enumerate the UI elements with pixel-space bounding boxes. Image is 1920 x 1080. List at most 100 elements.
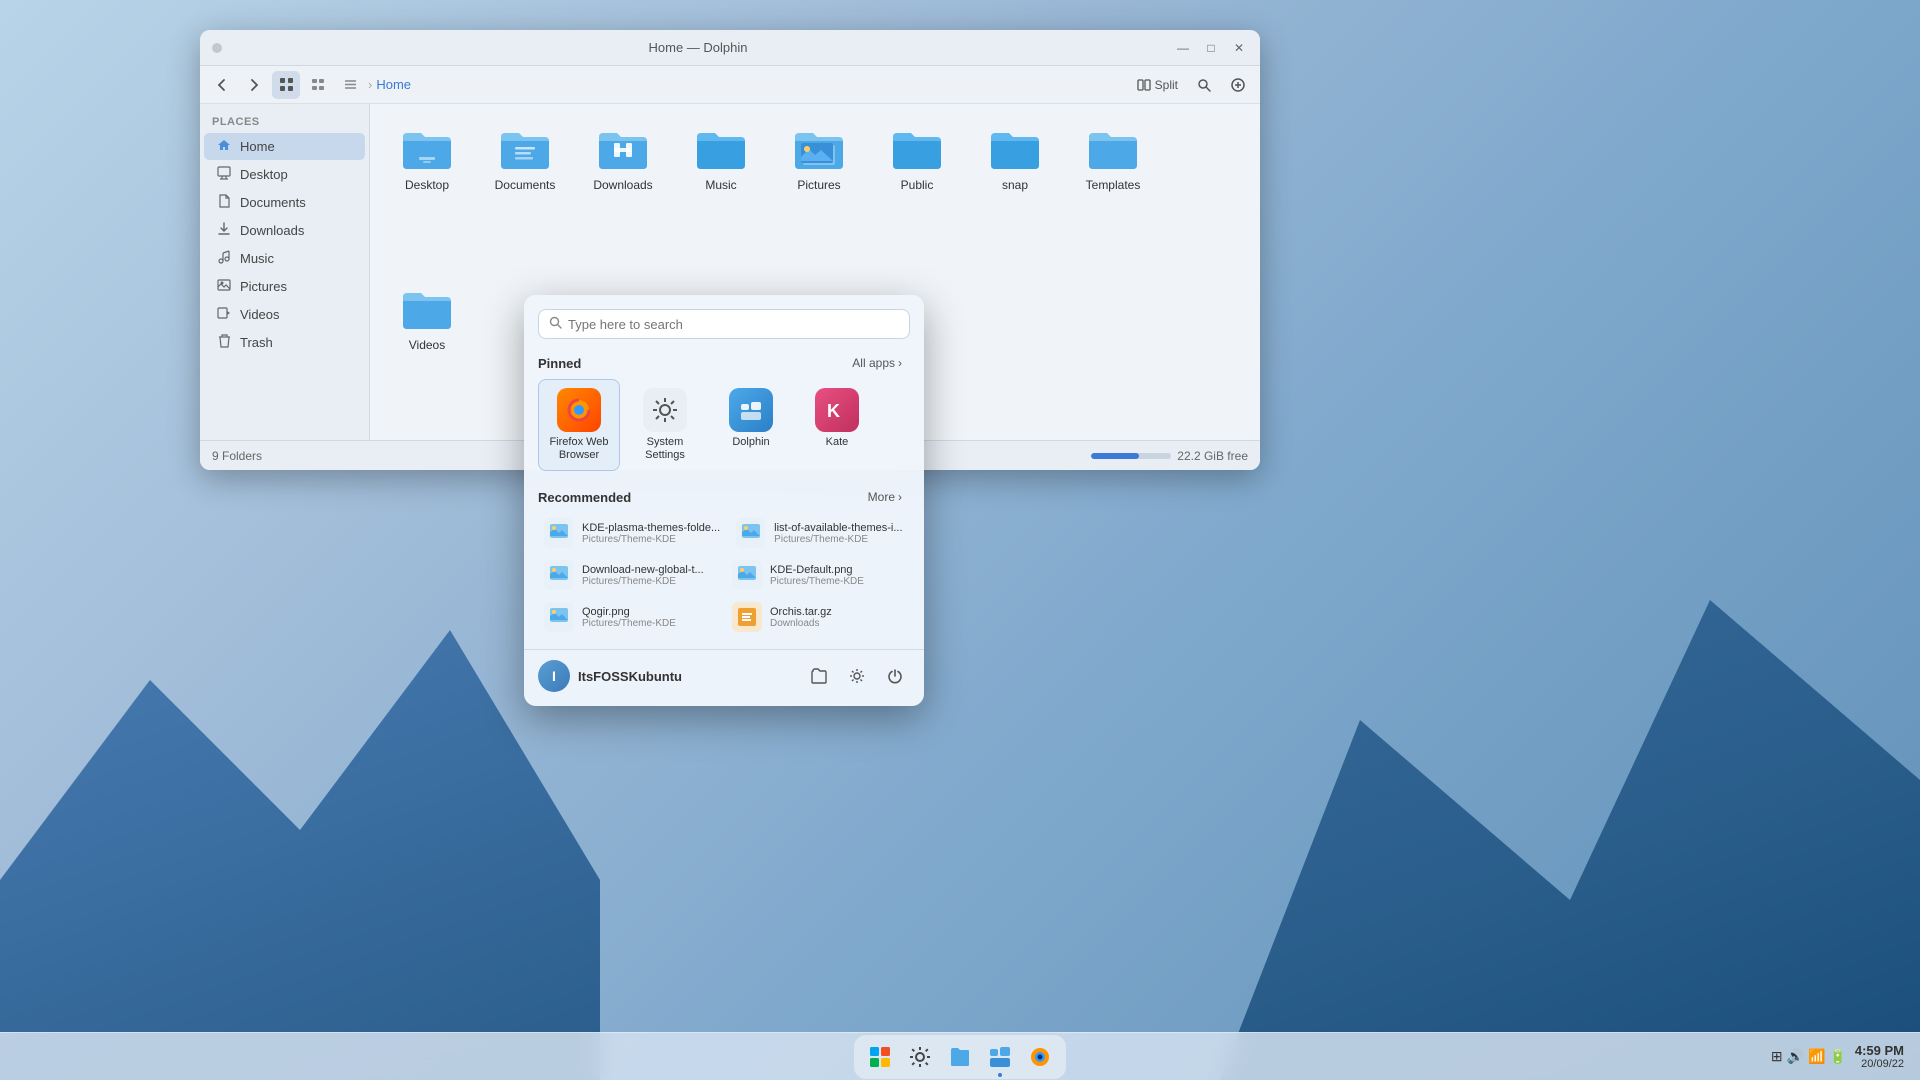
rec-download-new-global[interactable]: Download-new-global-t... Pictures/Theme-… bbox=[538, 555, 722, 595]
pinned-kate-label: Kate bbox=[826, 436, 849, 449]
rec-kde-plasma-name: KDE-plasma-themes-folde... bbox=[582, 522, 720, 534]
sidebar-item-downloads[interactable]: Downloads bbox=[204, 217, 365, 244]
folder-documents-label: Documents bbox=[495, 178, 556, 192]
folder-snap-icon bbox=[985, 124, 1045, 174]
storage-bar: 22.2 GiB free bbox=[1091, 449, 1248, 463]
mountain-left-decoration bbox=[0, 580, 600, 1080]
breadcrumb-sep: › bbox=[368, 77, 372, 92]
footer-files-button[interactable] bbox=[804, 661, 834, 691]
taskbar-right: ⊞ 🔊 📶 🔋 4:59 PM 20/09/22 bbox=[1771, 1043, 1904, 1070]
folder-downloads[interactable]: Downloads bbox=[578, 116, 668, 268]
taskbar-files-icon[interactable] bbox=[942, 1039, 978, 1075]
tray-battery-icon[interactable]: 🔋 bbox=[1829, 1048, 1846, 1065]
all-apps-button[interactable]: All apps › bbox=[844, 353, 910, 373]
pinned-firefox-label: Firefox Web Browser bbox=[543, 436, 615, 462]
storage-progress-bar bbox=[1091, 453, 1171, 459]
folder-snap[interactable]: snap bbox=[970, 116, 1060, 268]
tray-network-icon[interactable]: 📶 bbox=[1808, 1048, 1825, 1065]
pinned-firefox[interactable]: Firefox Web Browser bbox=[538, 379, 620, 471]
folder-pictures[interactable]: Pictures bbox=[774, 116, 864, 268]
split-button[interactable]: Split bbox=[1131, 71, 1184, 99]
folder-public[interactable]: Public bbox=[872, 116, 962, 268]
pinned-kate[interactable]: K Kate bbox=[796, 379, 878, 471]
pinned-title: Pinned bbox=[538, 356, 581, 371]
sidebar-item-trash[interactable]: Trash bbox=[204, 329, 365, 356]
folder-templates-icon bbox=[1083, 124, 1143, 174]
close-button[interactable]: ✕ bbox=[1230, 39, 1248, 57]
all-apps-arrow-icon: › bbox=[898, 356, 902, 370]
window-dot bbox=[212, 43, 222, 53]
footer-power-button[interactable] bbox=[880, 661, 910, 691]
documents-icon bbox=[216, 194, 232, 211]
sidebar-label-home: Home bbox=[240, 139, 275, 154]
rec-kde-default[interactable]: KDE-Default.png Pictures/Theme-KDE bbox=[726, 555, 910, 595]
breadcrumb-home[interactable]: Home bbox=[376, 77, 411, 92]
taskbar-settings-icon[interactable] bbox=[902, 1039, 938, 1075]
pinned-system-settings[interactable]: System Settings bbox=[624, 379, 706, 471]
rec-kde-plasma-themes[interactable]: KDE-plasma-themes-folde... Pictures/Them… bbox=[538, 513, 726, 553]
system-settings-icon bbox=[643, 388, 687, 432]
folder-templates[interactable]: Templates bbox=[1068, 116, 1158, 268]
sidebar-item-videos[interactable]: Videos bbox=[204, 301, 365, 328]
rec-list-themes-name: list-of-available-themes-i... bbox=[774, 522, 904, 534]
mountain-right-decoration bbox=[1220, 480, 1920, 1080]
folder-videos-label: Videos bbox=[409, 338, 445, 352]
dolphin-app-icon bbox=[729, 388, 773, 432]
sidebar-label-downloads: Downloads bbox=[240, 223, 304, 238]
tray-screen-icon[interactable]: ⊞ bbox=[1771, 1048, 1783, 1065]
folder-desktop[interactable]: Desktop bbox=[382, 116, 472, 268]
taskbar-clock[interactable]: 4:59 PM 20/09/22 bbox=[1855, 1043, 1904, 1070]
sidebar-item-documents[interactable]: Documents bbox=[204, 189, 365, 216]
minimize-button[interactable]: — bbox=[1174, 39, 1192, 57]
search-button[interactable] bbox=[1190, 71, 1218, 99]
more-label: More bbox=[868, 490, 895, 504]
sidebar-item-home[interactable]: Home bbox=[204, 133, 365, 160]
maximize-button[interactable]: □ bbox=[1202, 39, 1220, 57]
recommended-header: Recommended More › bbox=[538, 487, 910, 507]
recommended-row-3: Qogir.png Pictures/Theme-KDE bbox=[538, 597, 910, 637]
folder-downloads-label: Downloads bbox=[593, 178, 652, 192]
folder-music[interactable]: Music bbox=[676, 116, 766, 268]
sidebar-item-pictures[interactable]: Pictures bbox=[204, 273, 365, 300]
rec-orchis[interactable]: Orchis.tar.gz Downloads bbox=[726, 597, 910, 637]
taskbar-firefox-icon[interactable] bbox=[1022, 1039, 1058, 1075]
system-tray: ⊞ 🔊 📶 🔋 bbox=[1771, 1048, 1847, 1065]
rec-list-available-themes[interactable]: list-of-available-themes-i... Pictures/T… bbox=[730, 513, 910, 553]
downloads-icon bbox=[216, 222, 232, 239]
sidebar-item-music[interactable]: Music bbox=[204, 245, 365, 272]
clock-time: 4:59 PM bbox=[1855, 1043, 1904, 1058]
tray-volume-icon[interactable]: 🔊 bbox=[1787, 1048, 1804, 1065]
back-button[interactable] bbox=[208, 71, 236, 99]
app-launcher: Pinned All apps › Firefox Web Browser bbox=[524, 295, 924, 706]
folder-desktop-label: Desktop bbox=[405, 178, 449, 192]
pinned-dolphin[interactable]: Dolphin bbox=[710, 379, 792, 471]
rec-list-themes-path: Pictures/Theme-KDE bbox=[774, 534, 904, 545]
forward-button[interactable] bbox=[240, 71, 268, 99]
more-options-button[interactable] bbox=[1224, 71, 1252, 99]
view-grid-button[interactable] bbox=[272, 71, 300, 99]
toolbar: › Home Split bbox=[200, 66, 1260, 104]
sidebar-label-videos: Videos bbox=[240, 307, 280, 322]
rec-kde-default-text: KDE-Default.png Pictures/Theme-KDE bbox=[770, 564, 904, 587]
sidebar-label-desktop: Desktop bbox=[240, 167, 288, 182]
footer-settings-button[interactable] bbox=[842, 661, 872, 691]
recommended-title: Recommended bbox=[538, 490, 631, 505]
sidebar-label-music: Music bbox=[240, 251, 274, 266]
folder-videos[interactable]: Videos bbox=[382, 276, 472, 428]
launcher-footer: I ItsFOSSKubuntu bbox=[524, 649, 924, 698]
taskbar-dolphin-icon[interactable] bbox=[982, 1039, 1018, 1075]
launcher-search-input[interactable] bbox=[568, 317, 899, 332]
rec-qogir-name: Qogir.png bbox=[582, 606, 716, 618]
taskbar-start-button[interactable] bbox=[862, 1039, 898, 1075]
rec-qogir[interactable]: Qogir.png Pictures/Theme-KDE bbox=[538, 597, 722, 637]
pinned-grid: Firefox Web Browser bbox=[538, 379, 910, 471]
view-compact-button[interactable] bbox=[304, 71, 332, 99]
sidebar-item-desktop[interactable]: Desktop bbox=[204, 161, 365, 188]
view-list-button[interactable] bbox=[336, 71, 364, 99]
svg-text:K: K bbox=[827, 401, 840, 421]
more-arrow-icon: › bbox=[898, 490, 902, 504]
folder-documents[interactable]: Documents bbox=[480, 116, 570, 268]
rec-qogir-text: Qogir.png Pictures/Theme-KDE bbox=[582, 606, 716, 629]
rec-list-themes-icon bbox=[736, 518, 766, 548]
more-button[interactable]: More › bbox=[860, 487, 910, 507]
